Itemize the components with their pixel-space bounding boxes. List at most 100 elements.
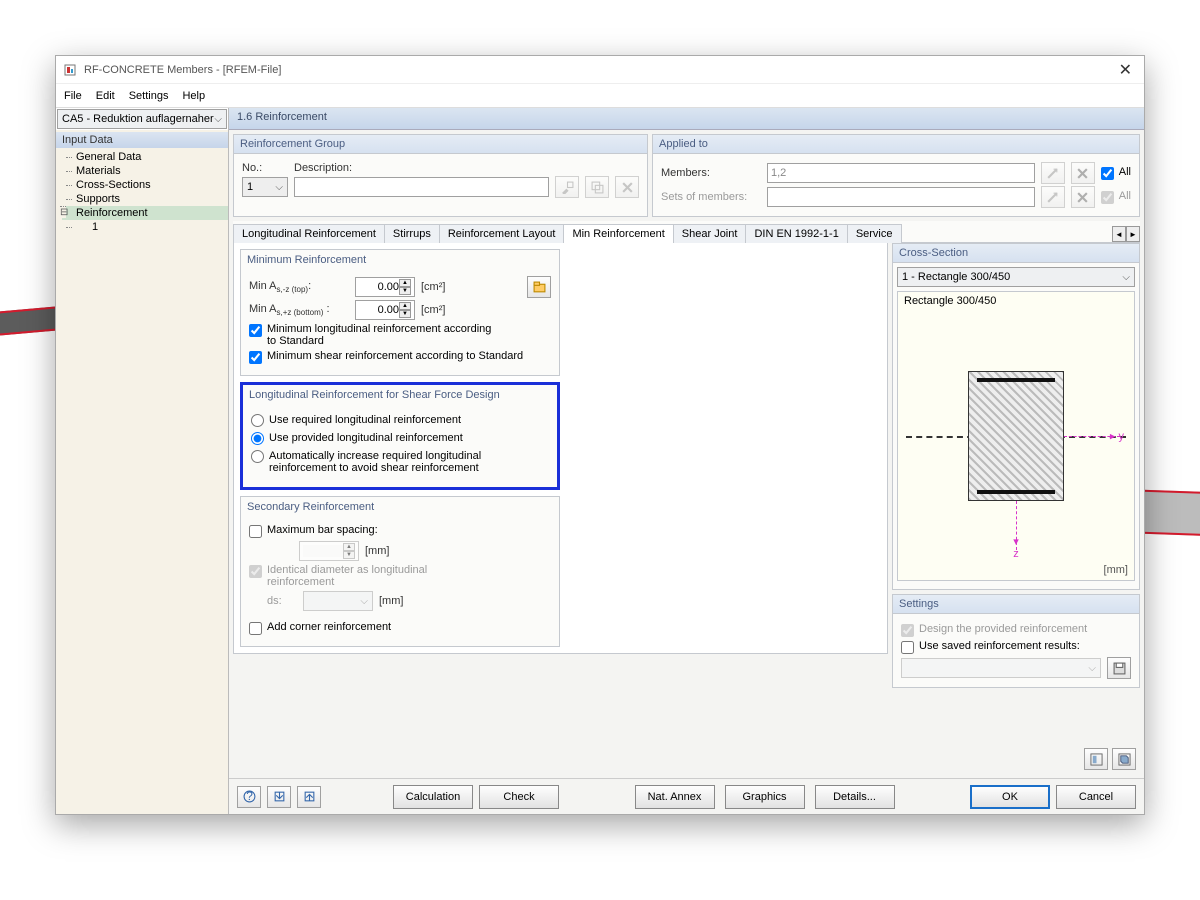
tab-scroll-left[interactable]: ◄: [1112, 226, 1126, 242]
no-combo[interactable]: 1 ⌵: [242, 177, 288, 197]
members-all-check[interactable]: All: [1101, 166, 1131, 180]
down-icon[interactable]: ▼: [399, 310, 411, 318]
check-button[interactable]: Check: [479, 785, 559, 809]
copy-icon: [585, 176, 609, 198]
secondary-title: Secondary Reinforcement: [241, 497, 559, 517]
nat-annex-button[interactable]: Nat. Annex: [635, 785, 715, 809]
settings-box: Settings Design the provided reinforceme…: [892, 594, 1140, 688]
import-icon[interactable]: [267, 786, 291, 808]
view-2d-icon[interactable]: [1084, 748, 1108, 770]
min-top-label: Min As,-z (top):: [249, 280, 349, 294]
menu-settings[interactable]: Settings: [129, 90, 169, 102]
cancel-button[interactable]: Cancel: [1056, 785, 1136, 809]
export-icon[interactable]: [297, 786, 321, 808]
z-axis-label: ▾z: [1013, 535, 1019, 560]
tree-item-general[interactable]: General Data: [62, 150, 228, 164]
close-button[interactable]: ✕: [1113, 60, 1138, 80]
mm-unit: [mm]: [365, 545, 389, 557]
chk-identical: Identical diameter as longitudinal reinf…: [249, 564, 551, 588]
save-results-icon[interactable]: [1107, 657, 1131, 679]
ds-combo: ⌵: [303, 591, 373, 611]
ok-button[interactable]: OK: [970, 785, 1050, 809]
chk-corner[interactable]: Add corner reinforcement: [249, 621, 551, 635]
tree-item-reinforcement[interactable]: Reinforcement: [62, 206, 228, 220]
details-button[interactable]: Details...: [815, 785, 895, 809]
titlebar: RF-CONCRETE Members - [RFEM-File] ✕: [56, 56, 1144, 84]
ds-label: ds:: [267, 595, 297, 607]
min-top-spin[interactable]: ▲▼: [355, 277, 415, 297]
min-bot-value[interactable]: [359, 304, 399, 316]
chevron-down-icon: ⌵: [214, 114, 222, 125]
tree-item-reinforcement-1[interactable]: 1: [62, 220, 228, 234]
description-input[interactable]: [294, 177, 549, 197]
tab-scroll-right[interactable]: ►: [1126, 226, 1140, 242]
app-icon: [62, 62, 78, 78]
dialog-window: RF-CONCRETE Members - [RFEM-File] ✕ File…: [55, 55, 1145, 815]
cross-section-box: Cross-Section 1 - Rectangle 300/450 ⌵ Re…: [892, 243, 1140, 590]
tree-item-materials[interactable]: Materials: [62, 164, 228, 178]
min-bot-label: Min As,+z (bottom) :: [249, 303, 349, 317]
min-bot-spin[interactable]: ▲▼: [355, 300, 415, 320]
applied-to-box: Applied to Members: All Sets of members:: [652, 134, 1140, 217]
shear-design-fieldset: Longitudinal Reinforcement for Shear For…: [240, 382, 560, 490]
menu-help[interactable]: Help: [182, 90, 205, 102]
min-reinf-fieldset: Minimum Reinforcement Min As,-z (top): ▲…: [240, 249, 560, 376]
radio-auto[interactable]: Automatically increase required longitud…: [251, 450, 549, 474]
tab-shear-joint[interactable]: Shear Joint: [673, 224, 747, 243]
radio-required[interactable]: Use required longitudinal reinforcement: [251, 414, 549, 427]
tab-longitudinal[interactable]: Longitudinal Reinforcement: [233, 224, 385, 243]
tab-din[interactable]: DIN EN 1992-1-1: [745, 224, 847, 243]
case-combo-value: CA5 - Reduktion auflagernaher: [62, 113, 214, 125]
max-spacing-spin: ▲▼: [299, 541, 359, 561]
cross-section-canvas: Rectangle 300/450 ▸ y ▾z [mm]: [897, 291, 1135, 581]
tree-item-cross[interactable]: Cross-Sections: [62, 178, 228, 192]
sidebar: Input Data General Data Materials Cross-…: [56, 130, 229, 814]
calculation-button[interactable]: Calculation: [393, 785, 473, 809]
tree-head: Input Data: [56, 132, 228, 148]
svg-text:?: ?: [246, 790, 253, 803]
desc-label: Description:: [294, 162, 352, 174]
section-header: 1.6 Reinforcement: [229, 108, 1144, 130]
tab-layout[interactable]: Reinforcement Layout: [439, 224, 565, 243]
menu-file[interactable]: File: [64, 90, 82, 102]
up-icon[interactable]: ▲: [399, 302, 411, 310]
clear-members-icon: [1071, 162, 1095, 184]
cross-section-title: Cross-Section: [893, 244, 1139, 263]
chk-min-shear[interactable]: Minimum shear reinforcement according to…: [249, 350, 551, 364]
top-row: CA5 - Reduktion auflagernaher ⌵ 1.6 Rein…: [56, 108, 1144, 130]
min-top-unit: [cm²]: [421, 281, 445, 293]
chk-saved-results[interactable]: Use saved reinforcement results:: [901, 640, 1131, 654]
tab-empty-area: [566, 249, 881, 647]
graphics-button[interactable]: Graphics: [725, 785, 805, 809]
menu-edit[interactable]: Edit: [96, 90, 115, 102]
reinf-group-title: Reinforcement Group: [234, 135, 647, 154]
chevron-down-icon: ⌵: [275, 182, 283, 193]
chk-min-long[interactable]: Minimum longitudinal reinforcement accor…: [249, 323, 551, 347]
tab-service[interactable]: Service: [847, 224, 902, 243]
library-icon[interactable]: [527, 276, 551, 298]
section-rect: [968, 371, 1064, 501]
case-combo[interactable]: CA5 - Reduktion auflagernaher ⌵: [57, 109, 227, 129]
content-area: Reinforcement Group No.: Description: 1 …: [229, 130, 1144, 814]
radio-provided[interactable]: Use provided longitudinal reinforcement: [251, 432, 549, 445]
applied-to-title: Applied to: [653, 135, 1139, 154]
view-icons: [892, 744, 1140, 774]
min-reinf-title: Minimum Reinforcement: [241, 250, 559, 270]
chk-max-spacing[interactable]: Maximum bar spacing:: [249, 524, 551, 538]
cross-section-combo[interactable]: 1 - Rectangle 300/450 ⌵: [897, 267, 1135, 287]
down-icon[interactable]: ▼: [399, 287, 411, 295]
secondary-fieldset: Secondary Reinforcement Maximum bar spac…: [240, 496, 560, 647]
up-icon[interactable]: ▲: [399, 279, 411, 287]
tab-stirrups[interactable]: Stirrups: [384, 224, 440, 243]
view-3d-icon[interactable]: [1112, 748, 1136, 770]
help-icon[interactable]: ?: [237, 786, 261, 808]
mm-label: [mm]: [1104, 564, 1128, 576]
window-title: RF-CONCRETE Members - [RFEM-File]: [84, 64, 1113, 76]
tree: General Data Materials Cross-Sections Su…: [56, 150, 228, 234]
tab-min-reinf[interactable]: Min Reinforcement: [563, 224, 673, 243]
saved-results-combo: ⌵: [901, 658, 1101, 678]
pick-icon: [555, 176, 579, 198]
tree-item-supports[interactable]: Supports: [62, 192, 228, 206]
reinforcement-group-box: Reinforcement Group No.: Description: 1 …: [233, 134, 648, 217]
min-top-value[interactable]: [359, 281, 399, 293]
